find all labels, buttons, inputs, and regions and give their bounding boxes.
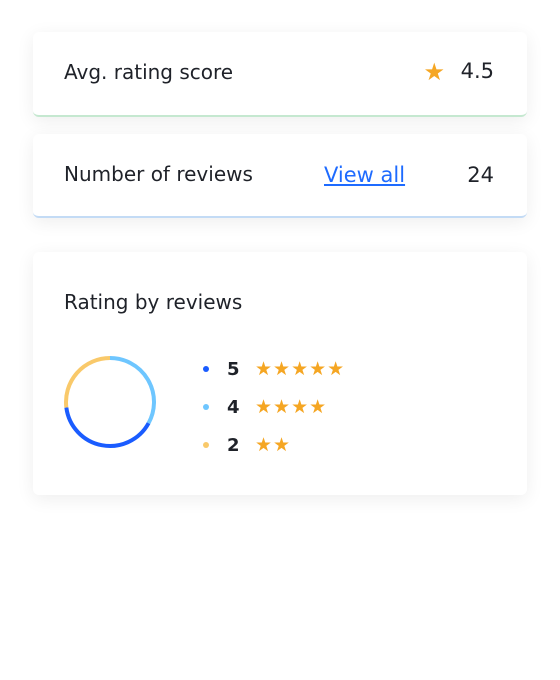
rating-by-reviews-card: Rating by reviews 5 ★★★★★ 4 ★★★★ 2 ★★	[33, 252, 527, 495]
donut-segment-2	[64, 356, 111, 408]
avg-rating-value: 4.5	[460, 59, 494, 83]
legend-dot	[203, 366, 209, 372]
legend-item: 4 ★★★★	[203, 388, 345, 426]
stars-icon: ★★★★	[255, 396, 328, 418]
legend-rating: 5	[227, 358, 240, 380]
legend-rating: 4	[227, 396, 240, 418]
legend-dot	[203, 404, 209, 410]
view-all-link[interactable]: View all	[324, 163, 405, 187]
legend-item: 5 ★★★★★	[203, 350, 345, 388]
reviews-card: Number of reviews View all 24	[33, 134, 527, 218]
rating-legend: 5 ★★★★★ 4 ★★★★ 2 ★★	[203, 350, 345, 464]
stars-icon: ★★★★★	[255, 358, 346, 380]
avg-rating-card: Avg. rating score ★ 4.5	[33, 32, 527, 117]
legend-item: 2 ★★	[203, 426, 345, 464]
reviews-label: Number of reviews	[64, 162, 253, 186]
reviews-count: 24	[467, 163, 494, 187]
donut-segment-5	[64, 407, 151, 448]
donut-segment-4	[109, 356, 156, 425]
rating-donut-chart	[64, 356, 156, 448]
avg-rating-label: Avg. rating score	[64, 60, 234, 84]
stars-icon: ★★	[255, 434, 292, 456]
rating-title: Rating by reviews	[64, 290, 243, 314]
star-icon: ★	[423, 58, 445, 86]
legend-dot	[203, 442, 209, 448]
legend-rating: 2	[227, 434, 240, 456]
